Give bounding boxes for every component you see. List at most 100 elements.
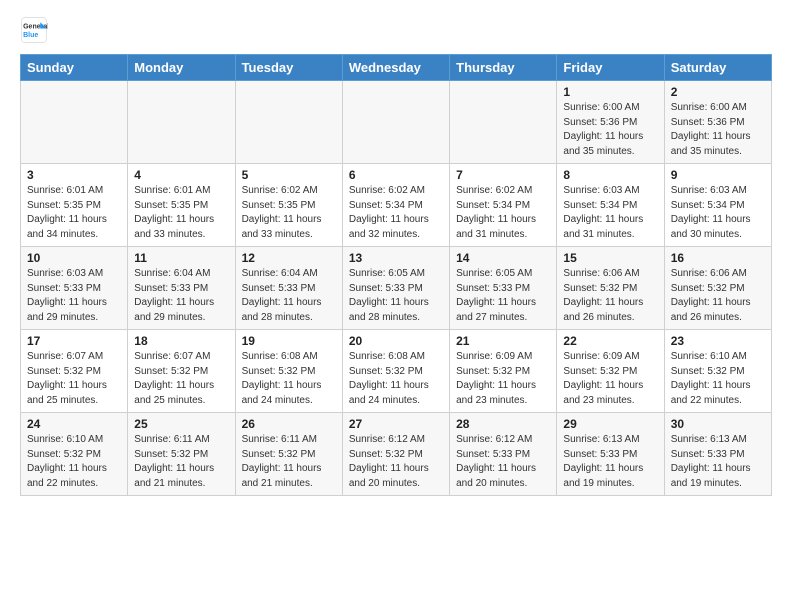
day-number: 25 (134, 417, 228, 431)
day-info: Sunrise: 6:01 AMSunset: 5:35 PMDaylight:… (134, 184, 228, 242)
day-cell: 3 Sunrise: 6:01 AMSunset: 5:35 PMDaylight… (21, 164, 128, 247)
day-number: 26 (242, 417, 336, 431)
day-info: Sunrise: 6:13 AMSunset: 5:33 PMDaylight:… (671, 433, 765, 491)
day-info: Sunrise: 6:09 AMSunset: 5:32 PMDaylight:… (456, 350, 550, 408)
day-number: 3 (27, 168, 121, 182)
day-cell: 2 Sunrise: 6:00 AMSunset: 5:36 PMDaylight… (664, 81, 771, 164)
day-cell: 6Sunrise: 6:02 AMSunset: 5:34 PMDaylight… (342, 164, 449, 247)
day-info: Sunrise: 6:03 AMSunset: 5:34 PMDaylight:… (671, 184, 765, 242)
day-number: 10 (27, 251, 121, 265)
day-cell: 26 Sunrise: 6:11 AMSunset: 5:32 PMDayligh… (235, 413, 342, 496)
day-number: 4 (134, 168, 228, 182)
day-info: Sunrise: 6:02 AMSunset: 5:34 PMDaylight:… (456, 184, 550, 242)
day-info: Sunrise: 6:11 AMSunset: 5:32 PMDaylight:… (134, 433, 228, 491)
day-number: 14 (456, 251, 550, 265)
day-cell: 28 Sunrise: 6:12 AMSunset: 5:33 PMDayligh… (450, 413, 557, 496)
day-info: Sunrise: 6:10 AMSunset: 5:32 PMDaylight:… (27, 433, 121, 491)
day-cell: 10Sunrise: 6:03 AMSunset: 5:33 PMDayligh… (21, 247, 128, 330)
day-cell: 13 Sunrise: 6:05 AMSunset: 5:33 PMDayligh… (342, 247, 449, 330)
day-number: 12 (242, 251, 336, 265)
day-cell: 15 Sunrise: 6:06 AMSunset: 5:32 PMDayligh… (557, 247, 664, 330)
day-number: 17 (27, 334, 121, 348)
day-cell: 24 Sunrise: 6:10 AMSunset: 5:32 PMDayligh… (21, 413, 128, 496)
day-number: 29 (563, 417, 657, 431)
col-saturday: Saturday (664, 55, 771, 81)
day-cell (21, 81, 128, 164)
day-info: Sunrise: 6:08 AMSunset: 5:32 PMDaylight:… (242, 350, 336, 408)
week-row-5: 24 Sunrise: 6:10 AMSunset: 5:32 PMDayligh… (21, 413, 772, 496)
day-cell (342, 81, 449, 164)
day-cell: 22Sunrise: 6:09 AMSunset: 5:32 PMDayligh… (557, 330, 664, 413)
day-cell: 20 Sunrise: 6:08 AMSunset: 5:32 PMDayligh… (342, 330, 449, 413)
col-sunday: Sunday (21, 55, 128, 81)
day-info: Sunrise: 6:12 AMSunset: 5:32 PMDaylight:… (349, 433, 443, 491)
day-info: Sunrise: 6:02 AMSunset: 5:35 PMDaylight:… (242, 184, 336, 242)
day-info: Sunrise: 6:11 AMSunset: 5:32 PMDaylight:… (242, 433, 336, 491)
day-info: Sunrise: 6:06 AMSunset: 5:32 PMDaylight:… (563, 267, 657, 325)
day-number: 2 (671, 85, 765, 99)
calendar-body: 1Sunrise: 6:00 AMSunset: 5:36 PMDaylight… (21, 81, 772, 496)
day-cell: 27 Sunrise: 6:12 AMSunset: 5:32 PMDayligh… (342, 413, 449, 496)
calendar-header: Sunday Monday Tuesday Wednesday Thursday… (21, 55, 772, 81)
day-number: 21 (456, 334, 550, 348)
day-info: Sunrise: 6:08 AMSunset: 5:32 PMDaylight:… (349, 350, 443, 408)
day-number: 8 (563, 168, 657, 182)
day-info: Sunrise: 6:13 AMSunset: 5:33 PMDaylight:… (563, 433, 657, 491)
header-row: Sunday Monday Tuesday Wednesday Thursday… (21, 55, 772, 81)
day-number: 9 (671, 168, 765, 182)
day-cell (235, 81, 342, 164)
day-info: Sunrise: 6:05 AMSunset: 5:33 PMDaylight:… (456, 267, 550, 325)
day-number: 30 (671, 417, 765, 431)
col-monday: Monday (128, 55, 235, 81)
week-row-1: 1Sunrise: 6:00 AMSunset: 5:36 PMDaylight… (21, 81, 772, 164)
day-number: 20 (349, 334, 443, 348)
day-info: Sunrise: 6:07 AMSunset: 5:32 PMDaylight:… (134, 350, 228, 408)
day-cell: 14 Sunrise: 6:05 AMSunset: 5:33 PMDayligh… (450, 247, 557, 330)
day-cell: 17 Sunrise: 6:07 AMSunset: 5:32 PMDayligh… (21, 330, 128, 413)
day-cell: 18Sunrise: 6:07 AMSunset: 5:32 PMDayligh… (128, 330, 235, 413)
day-number: 13 (349, 251, 443, 265)
logo: General Blue (20, 16, 50, 44)
week-row-2: 3 Sunrise: 6:01 AMSunset: 5:35 PMDaylight… (21, 164, 772, 247)
header: General Blue (20, 16, 772, 44)
day-number: 27 (349, 417, 443, 431)
day-cell: 7Sunrise: 6:02 AMSunset: 5:34 PMDaylight… (450, 164, 557, 247)
col-thursday: Thursday (450, 55, 557, 81)
day-cell: 16 Sunrise: 6:06 AMSunset: 5:32 PMDayligh… (664, 247, 771, 330)
calendar-table: Sunday Monday Tuesday Wednesday Thursday… (20, 54, 772, 496)
day-number: 19 (242, 334, 336, 348)
day-number: 16 (671, 251, 765, 265)
day-cell: 12Sunrise: 6:04 AMSunset: 5:33 PMDayligh… (235, 247, 342, 330)
logo-icon: General Blue (20, 16, 48, 44)
day-info: Sunrise: 6:10 AMSunset: 5:32 PMDaylight:… (671, 350, 765, 408)
day-cell (128, 81, 235, 164)
day-info: Sunrise: 6:00 AMSunset: 5:36 PMDaylight:… (671, 101, 765, 159)
day-number: 15 (563, 251, 657, 265)
day-cell: 9 Sunrise: 6:03 AMSunset: 5:34 PMDaylight… (664, 164, 771, 247)
day-info: Sunrise: 6:01 AMSunset: 5:35 PMDaylight:… (27, 184, 121, 242)
day-number: 24 (27, 417, 121, 431)
day-info: Sunrise: 6:06 AMSunset: 5:32 PMDaylight:… (671, 267, 765, 325)
day-info: Sunrise: 6:07 AMSunset: 5:32 PMDaylight:… (27, 350, 121, 408)
day-info: Sunrise: 6:12 AMSunset: 5:33 PMDaylight:… (456, 433, 550, 491)
day-number: 28 (456, 417, 550, 431)
week-row-4: 17 Sunrise: 6:07 AMSunset: 5:32 PMDayligh… (21, 330, 772, 413)
day-cell: 11Sunrise: 6:04 AMSunset: 5:33 PMDayligh… (128, 247, 235, 330)
day-number: 22 (563, 334, 657, 348)
day-number: 23 (671, 334, 765, 348)
col-friday: Friday (557, 55, 664, 81)
svg-text:Blue: Blue (23, 32, 38, 39)
day-cell (450, 81, 557, 164)
day-cell: 1Sunrise: 6:00 AMSunset: 5:36 PMDaylight… (557, 81, 664, 164)
day-cell: 19 Sunrise: 6:08 AMSunset: 5:32 PMDayligh… (235, 330, 342, 413)
week-row-3: 10Sunrise: 6:03 AMSunset: 5:33 PMDayligh… (21, 247, 772, 330)
col-wednesday: Wednesday (342, 55, 449, 81)
day-number: 5 (242, 168, 336, 182)
day-info: Sunrise: 6:05 AMSunset: 5:33 PMDaylight:… (349, 267, 443, 325)
day-info: Sunrise: 6:00 AMSunset: 5:36 PMDaylight:… (563, 101, 657, 159)
day-cell: 30 Sunrise: 6:13 AMSunset: 5:33 PMDayligh… (664, 413, 771, 496)
day-cell: 21 Sunrise: 6:09 AMSunset: 5:32 PMDayligh… (450, 330, 557, 413)
day-cell: 4 Sunrise: 6:01 AMSunset: 5:35 PMDaylight… (128, 164, 235, 247)
day-cell: 5 Sunrise: 6:02 AMSunset: 5:35 PMDaylight… (235, 164, 342, 247)
day-cell: 29 Sunrise: 6:13 AMSunset: 5:33 PMDayligh… (557, 413, 664, 496)
